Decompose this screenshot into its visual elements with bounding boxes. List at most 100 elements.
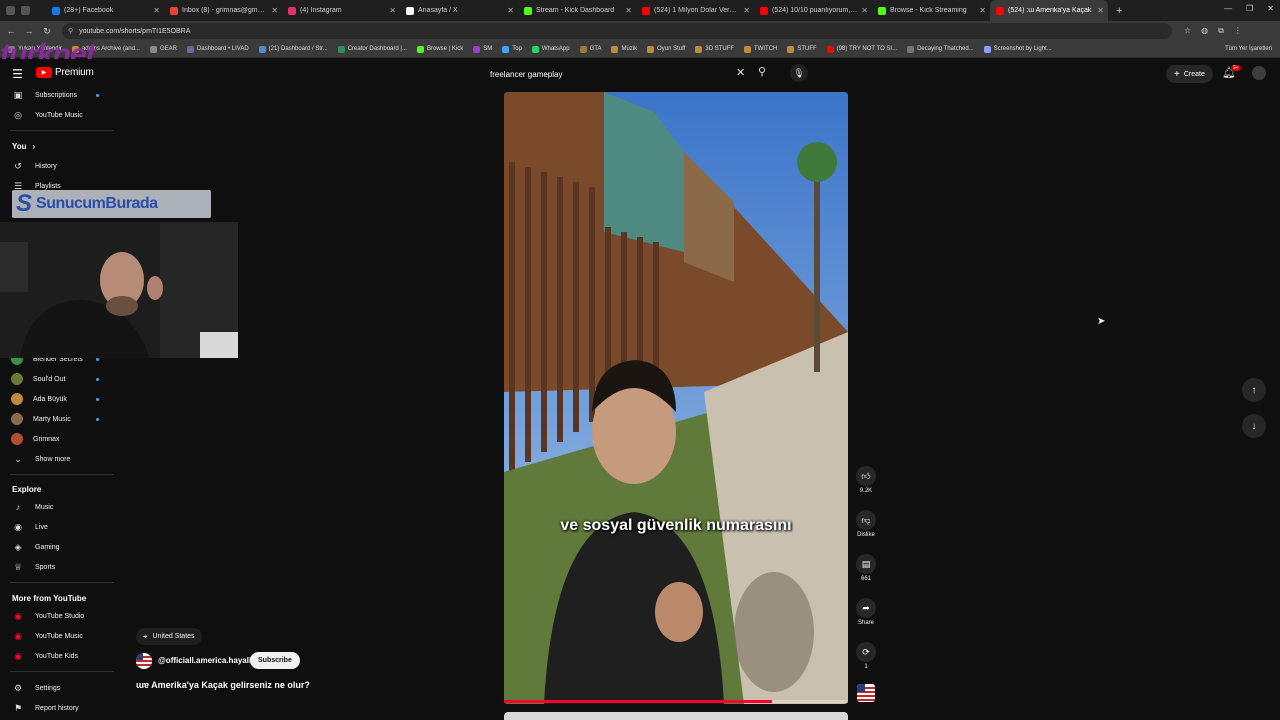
video-progress-bar[interactable] xyxy=(504,700,848,703)
bookmark-item[interactable]: Creator Dashboard |... xyxy=(337,45,407,53)
short-video-player[interactable] xyxy=(504,92,848,704)
sidebar-item-subscription-channel[interactable]: Grimnax xyxy=(0,430,118,448)
tab-title: (4) Instagram xyxy=(300,7,342,14)
sidebar-item-report-history[interactable]: ⚑ Report history xyxy=(0,699,118,717)
bookmark-item[interactable]: Top xyxy=(502,45,522,53)
sidebar-item-history[interactable]: ↺ History xyxy=(0,157,118,175)
sidebar-item-sports[interactable]: ♕ Sports xyxy=(0,558,118,576)
browser-tab[interactable]: Inbox (8) - grimnas@gmail.com✕ xyxy=(164,0,282,21)
tab-groups-icon[interactable] xyxy=(21,6,30,15)
previous-short-button[interactable]: ↑ xyxy=(1242,378,1266,402)
account-avatar[interactable] xyxy=(1252,66,1266,80)
channel-name[interactable]: @officiall.america.hayali xyxy=(158,656,251,665)
comments-button[interactable]: ▤ 661 xyxy=(856,554,876,582)
sidebar-item-youtube-kids[interactable]: ◉ YouTube Kids xyxy=(0,647,118,665)
close-tab-icon[interactable]: ✕ xyxy=(271,6,278,15)
browser-tab[interactable]: (524) 10/10 puanlıyorum, kahv ✕ xyxy=(754,0,872,21)
tab-favicon-icon xyxy=(878,6,886,15)
bookmark-item[interactable]: Browse | Kick xyxy=(416,45,463,53)
bookmark-item[interactable]: STUFF xyxy=(787,45,817,53)
new-tab-button[interactable]: + xyxy=(1116,5,1122,17)
browser-tab[interactable]: Anasayfa / X ✕ xyxy=(400,0,518,21)
close-tab-icon[interactable]: ✕ xyxy=(979,6,986,15)
next-short-button[interactable]: ↓ xyxy=(1242,414,1266,438)
forward-icon[interactable]: → xyxy=(22,26,36,36)
sidebar-item-music[interactable]: ♪ Music xyxy=(0,498,118,516)
browser-tab[interactable]: (4) Instagram ✕ xyxy=(282,0,400,21)
remix-button[interactable]: ⟳ 1 xyxy=(856,642,876,670)
bookmark-favicon-icon xyxy=(502,45,510,53)
bookmark-item[interactable]: (98) TRY NOT TO SI... xyxy=(826,45,897,53)
tab-search-icon[interactable] xyxy=(6,6,15,15)
youtube-logo[interactable]: ▶ Premium xyxy=(36,67,94,78)
close-tab-icon[interactable]: ✕ xyxy=(743,6,750,15)
address-bar[interactable]: ⚲ youtube.com/shorts/pmTI1E5OBRA xyxy=(62,23,1172,39)
bookmark-item[interactable]: GTA xyxy=(579,45,601,53)
close-tab-icon[interactable]: ✕ xyxy=(153,6,160,15)
bookmark-item[interactable]: SM xyxy=(473,45,492,53)
browser-tab[interactable]: (524) 1 Milyon Dolar Verecekle ✕ xyxy=(636,0,754,21)
like-count: 9.2K xyxy=(859,488,873,494)
back-icon[interactable]: ← xyxy=(4,26,18,36)
location-chip[interactable]: ⌖ United States xyxy=(136,628,202,645)
bookmark-item[interactable]: Dashboard • LIVAD xyxy=(186,45,249,53)
restore-icon[interactable]: ❐ xyxy=(1246,4,1253,13)
share-button[interactable]: ➦ Share xyxy=(856,598,876,626)
sidebar-item-subscription-channel[interactable]: Soul'd Out xyxy=(0,370,118,388)
bookmark-item[interactable]: Müzik xyxy=(611,45,637,53)
bookmark-item[interactable]: WhatsApp xyxy=(531,45,570,53)
sidebar-item-subscription-channel[interactable]: Ada Büyük xyxy=(0,390,118,408)
next-short-preview[interactable] xyxy=(504,712,848,720)
search-icon[interactable]: ⚲ xyxy=(758,65,766,78)
plus-icon: + xyxy=(1174,68,1180,80)
bookmark-item[interactable]: 3D STUFF xyxy=(695,45,734,53)
browser-tab[interactable]: Stream - Kick Dashboard ✕ xyxy=(518,0,636,21)
bookmark-item[interactable]: TWITCH xyxy=(744,45,777,53)
close-tab-icon[interactable]: ✕ xyxy=(389,6,396,15)
like-button[interactable]: 👍︎ 9.2K xyxy=(856,466,876,494)
subscribe-button[interactable]: Subscribe xyxy=(250,652,300,669)
sidebar-item-gaming[interactable]: ◈ Gaming xyxy=(0,538,118,556)
browser-tab[interactable]: (524) :ɯ Amerika'ya Kaçak ✕ xyxy=(990,0,1108,21)
bookmark-item[interactable]: Decaying Thatched... xyxy=(907,45,974,53)
close-tab-icon[interactable]: ✕ xyxy=(861,6,868,15)
sidebar-item-youtube-studio[interactable]: ◉ YouTube Studio xyxy=(0,607,118,625)
extension-icon[interactable]: ◍ xyxy=(1201,26,1208,36)
clear-search-icon[interactable]: ✕ xyxy=(736,66,745,79)
browser-tab[interactable]: Browse - Kick Streaming ✕ xyxy=(872,0,990,21)
mic-icon[interactable]: 🎙︎ xyxy=(790,64,808,82)
bookmark-item[interactable]: GEAR xyxy=(149,45,177,53)
close-window-icon[interactable]: ✕ xyxy=(1267,4,1274,13)
short-title[interactable]: ɯɐ Amerika'ya Kaçak gelirseniz ne olur? xyxy=(136,680,310,690)
sidebar-item-subscription-channel[interactable]: Marty Music xyxy=(0,410,118,428)
sidebar-you-header[interactable]: You › xyxy=(12,142,35,151)
bookmark-item[interactable]: Screenshot by Light... xyxy=(983,45,1052,53)
close-tab-icon[interactable]: ✕ xyxy=(1097,6,1104,15)
dislike-button[interactable]: 👎︎ Dislike xyxy=(856,510,876,538)
all-bookmarks[interactable]: Tüm Yer İşaretleri xyxy=(1225,46,1272,52)
browser-tab[interactable]: (28+) Facebook ✕ xyxy=(46,0,164,21)
video-progress-fill xyxy=(504,700,773,703)
sidebar-item-settings[interactable]: ⚙ Settings xyxy=(0,679,118,697)
channel-avatar[interactable] xyxy=(136,653,152,669)
extensions-puzzle-icon[interactable]: ⧉ xyxy=(1218,26,1224,36)
site-info-icon[interactable]: ⚲ xyxy=(68,27,73,35)
bookmark-star-icon[interactable]: ☆ xyxy=(1184,26,1191,36)
reload-icon[interactable]: ↻ xyxy=(40,26,54,37)
guide-menu-icon[interactable]: ☰ xyxy=(12,67,23,81)
sidebar-item-subscriptions[interactable]: ▣ Subscriptions xyxy=(0,86,118,104)
bookmark-favicon-icon xyxy=(611,45,619,53)
bookmark-item[interactable]: Oyun Stuff xyxy=(647,45,685,53)
close-tab-icon[interactable]: ✕ xyxy=(625,6,632,15)
browser-nav-bar: ← → ↻ ⚲ youtube.com/shorts/pmTI1E5OBRA ☆… xyxy=(0,21,1280,41)
close-tab-icon[interactable]: ✕ xyxy=(507,6,514,15)
menu-dots-icon[interactable]: ⋮ xyxy=(1234,26,1242,36)
sidebar-item-youtube-music-app[interactable]: ◉ YouTube Music xyxy=(0,627,118,645)
minimize-icon[interactable]: — xyxy=(1224,4,1232,13)
bookmark-item[interactable]: (21) Dashboard / Str... xyxy=(258,45,328,53)
sidebar-item-live[interactable]: ◉ Live xyxy=(0,518,118,536)
create-button[interactable]: + Create xyxy=(1166,65,1213,83)
sidebar-item-youtube-music[interactable]: ◎ YouTube Music xyxy=(0,106,118,124)
sound-channel-avatar[interactable] xyxy=(857,684,875,702)
sidebar-show-more[interactable]: ⌄ Show more xyxy=(0,450,118,468)
